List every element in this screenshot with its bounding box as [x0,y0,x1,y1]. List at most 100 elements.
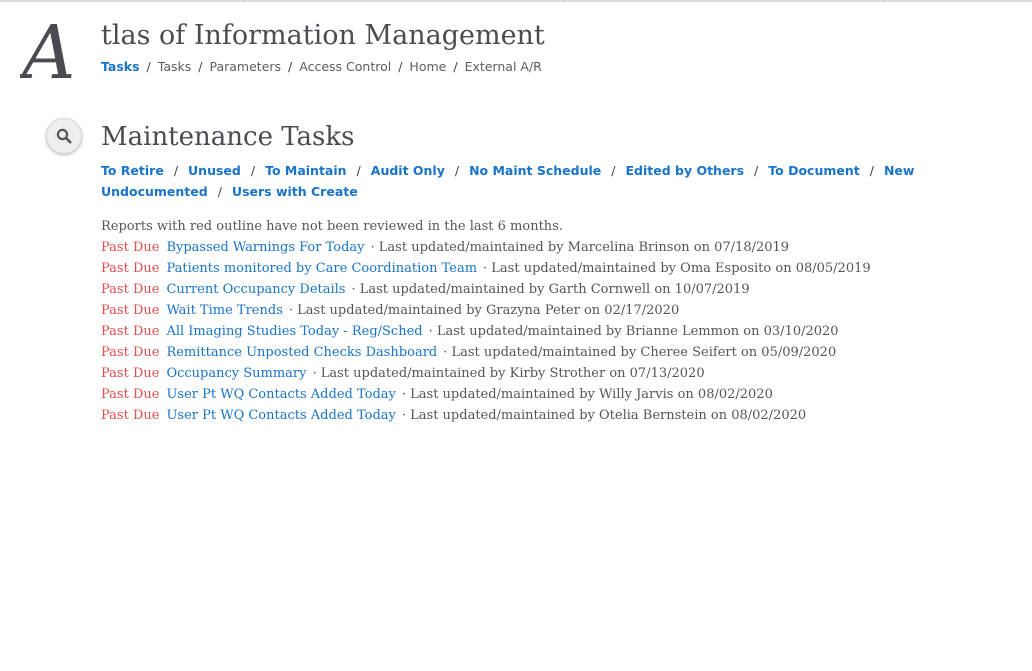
report-row: Past Due User Pt WQ Contacts Added Today ·… [101,405,1021,426]
breadcrumb-link[interactable]: External A/R [465,59,542,74]
maintainer-name: Willy Jarvis [599,387,674,402]
report-row: Past Due Patients monitored by Care Coord… [101,258,1021,279]
filter-separator: / [869,163,874,178]
maintained-date: 10/07/2019 [674,282,750,297]
breadcrumb-separator: / [198,59,203,74]
filter-links: To Retire / Unused / To Maintain / Audit Only /… [101,160,1016,202]
meta-prefix: · Last updated/maintained by [312,366,506,381]
report-row: Past Due Bypassed Warnings For Today · Las… [101,237,1021,258]
report-link[interactable]: All Imaging Studies Today - Reg/Sched [166,324,422,339]
maintained-date: 08/05/2019 [795,261,871,276]
filter-link[interactable]: To Maintain [265,163,346,178]
breadcrumb: Tasks / Tasks / Parameters / Access Control / Ho… [101,59,542,74]
filter-link[interactable]: To Retire [101,163,164,178]
maintained-date: 07/18/2019 [714,240,790,255]
filter-separator: / [754,163,759,178]
report-link[interactable]: Patients monitored by Care Coordination … [166,261,477,276]
search-icon [56,128,72,144]
past-due-label: Past Due [101,345,160,360]
breadcrumb-link[interactable]: Tasks [101,59,140,74]
maintained-date: 05/09/2020 [761,345,837,360]
breadcrumb-separator: / [453,59,458,74]
past-due-label: Past Due [101,303,160,318]
report-meta: · Last updated/maintained by Marcelina B… [370,240,790,255]
filter-separator: / [454,163,460,178]
report-meta: · Last updated/maintained by Brianne Lem… [428,324,839,339]
report-row: Past Due User Pt WQ Contacts Added Today ·… [101,384,1021,405]
past-due-label: Past Due [101,240,160,255]
filter-separator: / [356,163,361,178]
meta-prefix: · Last updated/maintained by [443,345,637,360]
report-meta: · Last updated/maintained by Garth Cornw… [351,282,750,297]
page-title: Maintenance Tasks [101,122,355,152]
report-row: Past Due All Imaging Studies Today - Reg/… [101,321,1021,342]
breadcrumb-link[interactable]: Tasks [158,59,192,74]
report-link[interactable]: Occupancy Summary [166,366,306,381]
filter-link[interactable]: To Document [768,163,859,178]
meta-prefix: · Last updated/maintained by [401,408,595,423]
breadcrumb-separator: / [398,59,403,74]
report-row: Past Due Occupancy Summary · Last updated/… [101,363,1021,384]
report-row: Past Due Current Occupancy Details · Last … [101,279,1021,300]
maintainer-name: Otelia Bernstein [599,408,707,423]
meta-prefix: · Last updated/maintained by [428,324,622,339]
filter-link[interactable]: No Maint Schedule [469,163,601,178]
report-link[interactable]: User Pt WQ Contacts Added Today [166,408,395,423]
review-note: Reports with red outline have not been r… [101,219,563,234]
filter-separator: / [250,163,256,178]
meta-prefix: · Last updated/maintained by [483,261,677,276]
maintained-date: 08/02/2020 [731,408,807,423]
atlas-logo: A [20,16,75,86]
meta-prefix: · Last updated/maintained by [288,303,482,318]
maintainer-name: Grazyna Peter [486,303,580,318]
report-meta: · Last updated/maintained by Kirby Strot… [312,366,705,381]
report-meta: · Last updated/maintained by Grazyna Pet… [288,303,680,318]
breadcrumb-link[interactable]: Parameters [209,59,281,74]
site-title: tlas of Information Management [101,20,545,51]
past-due-label: Past Due [101,366,160,381]
search-button[interactable] [46,118,82,154]
report-row: Past Due Wait Time Trends · Last updated/m… [101,300,1021,321]
maintainer-name: Cheree Seifert [640,345,737,360]
meta-prefix: · Last updated/maintained by [351,282,545,297]
maintained-date: 07/13/2020 [629,366,705,381]
filter-link[interactable]: Audit Only [371,163,445,178]
filter-separator: / [173,163,179,178]
past-due-label: Past Due [101,282,160,297]
meta-prefix: · Last updated/maintained by [370,240,564,255]
maintainer-name: Kirby Strother [509,366,606,381]
filter-link[interactable]: Edited by Others [625,163,744,178]
meta-prefix: · Last updated/maintained by [401,387,595,402]
report-meta: · Last updated/maintained by Otelia Bern… [401,408,807,423]
report-meta: · Last updated/maintained by Willy Jarvi… [401,387,773,402]
maintained-date: 03/10/2020 [763,324,839,339]
past-due-label: Past Due [101,408,160,423]
report-link[interactable]: Wait Time Trends [166,303,282,318]
filter-separator: / [611,163,616,178]
report-row: Past Due Remittance Unposted Checks Dashb… [101,342,1021,363]
report-link[interactable]: Remittance Unposted Checks Dashboard [166,345,437,360]
maintainer-name: Marcelina Brinson [567,240,690,255]
breadcrumb-link[interactable]: Access Control [299,59,391,74]
filter-separator: / [217,184,222,199]
report-link[interactable]: Current Occupancy Details [166,282,345,297]
report-meta: · Last updated/maintained by Cheree Seif… [443,345,837,360]
maintainer-name: Brianne Lemmon [625,324,740,339]
filter-link[interactable]: Users with Create [232,184,358,199]
breadcrumb-link[interactable]: Home [409,59,446,74]
breadcrumb-separator: / [146,59,151,74]
maintained-date: 02/17/2020 [604,303,680,318]
past-due-label: Past Due [101,324,160,339]
top-rule [0,0,1032,2]
logo-letter: A [20,16,75,86]
filter-link[interactable]: Unused [188,163,241,178]
report-list: Reports with red outline have not been r… [101,216,1021,426]
past-due-label: Past Due [101,261,160,276]
maintained-date: 08/02/2020 [697,387,773,402]
maintainer-name: Garth Cornwell [548,282,651,297]
report-meta: · Last updated/maintained by Oma Esposit… [483,261,871,276]
report-link[interactable]: Bypassed Warnings For Today [166,240,364,255]
report-link[interactable]: User Pt WQ Contacts Added Today [166,387,395,402]
breadcrumb-separator: / [288,59,293,74]
past-due-label: Past Due [101,387,160,402]
